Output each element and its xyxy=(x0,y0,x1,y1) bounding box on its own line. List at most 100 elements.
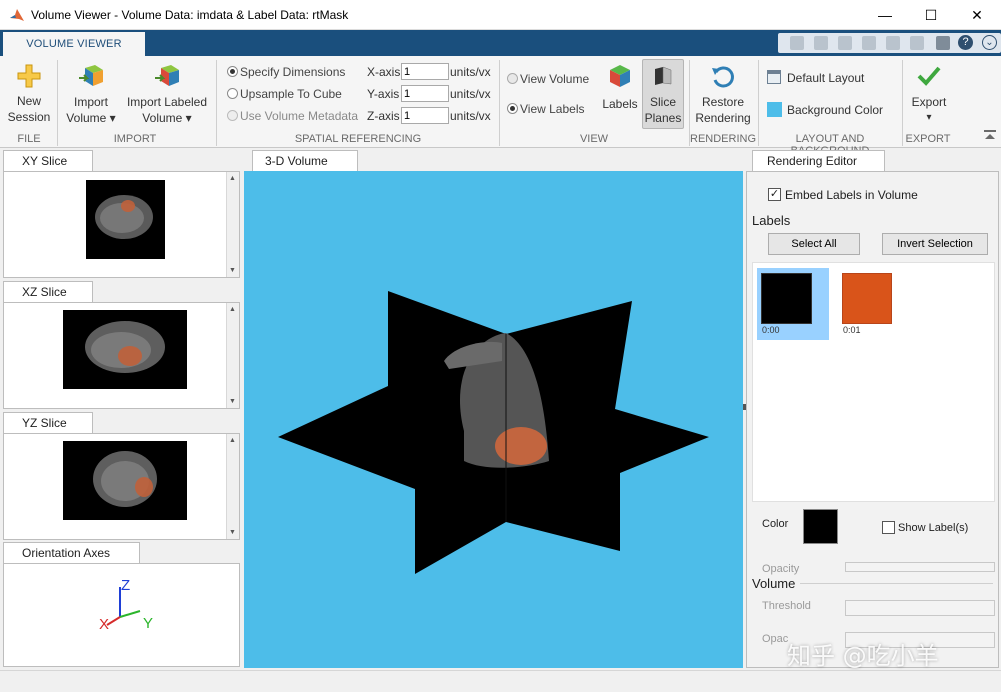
undo-icon[interactable] xyxy=(886,36,900,50)
labels-cube-icon xyxy=(610,65,630,87)
upsample-radio[interactable] xyxy=(227,88,238,99)
restore-icon xyxy=(712,66,734,88)
embed-labels-checkbox[interactable]: ✓ xyxy=(768,188,781,201)
label-color-picker[interactable] xyxy=(803,509,838,544)
slice-planes-label-2: Planes xyxy=(644,111,682,125)
show-labels-checkbox[interactable] xyxy=(882,521,895,534)
volume-viewport[interactable] xyxy=(244,171,743,668)
default-layout-icon xyxy=(767,70,781,84)
tab-volume-viewer[interactable]: VOLUME VIEWER xyxy=(3,32,145,56)
yz-scroll-down-icon[interactable]: ▼ xyxy=(227,527,238,538)
group-label-rendering: RENDERING xyxy=(690,133,757,145)
labels-button-label: Labels xyxy=(602,97,638,111)
embed-labels-label: Embed Labels in Volume xyxy=(785,188,918,202)
tab-yz-slice[interactable]: YZ Slice xyxy=(3,412,93,434)
slice-planes-render xyxy=(278,291,709,574)
view-volume-radio[interactable] xyxy=(507,73,518,84)
divider xyxy=(57,60,58,146)
xz-scroll-up-icon[interactable]: ▲ xyxy=(227,304,238,315)
z-axis-letter: Z xyxy=(121,577,131,594)
specify-dimensions-label[interactable]: Specify Dimensions xyxy=(240,65,345,79)
slice-planes-icon xyxy=(655,66,672,85)
maximize-button[interactable]: ☐ xyxy=(908,0,954,30)
watermark: 知乎 @吃小羊 xyxy=(787,642,939,670)
view-labels-label[interactable]: View Labels xyxy=(520,102,585,116)
tab-rendering-editor[interactable]: Rendering Editor xyxy=(752,150,885,172)
volume-opacity-label: Opac xyxy=(762,633,789,645)
xy-scroll-up-icon[interactable]: ▲ xyxy=(227,173,238,184)
paste-icon[interactable] xyxy=(862,36,876,50)
select-all-button[interactable]: Select All xyxy=(768,233,860,255)
background-color-swatch-icon xyxy=(767,102,782,117)
slice-planes-label-1: Slice xyxy=(649,95,676,109)
new-session-label-2: Session xyxy=(7,110,51,124)
xz-slice-image xyxy=(63,310,187,389)
color-label: Color xyxy=(762,518,789,530)
yz-scrollbar[interactable] xyxy=(226,434,239,539)
export-button[interactable]: Export ▾ xyxy=(905,60,953,126)
y-units-label: units/vx xyxy=(450,87,491,101)
x-units-label: units/vx xyxy=(450,65,491,79)
brain-slice-xz xyxy=(85,321,165,373)
show-labels-label: Show Label(s) xyxy=(898,522,969,534)
specify-dimensions-radio[interactable] xyxy=(227,66,238,77)
close-button[interactable]: ✕ xyxy=(954,0,1000,30)
redo-icon[interactable] xyxy=(910,36,924,50)
xz-scroll-down-icon[interactable]: ▼ xyxy=(227,396,238,407)
import-volume-button[interactable]: Import Volume ▾ xyxy=(60,60,122,126)
group-label-spatial: SPATIAL REFERENCING xyxy=(294,133,422,145)
xy-slice-image xyxy=(86,180,165,259)
new-session-button[interactable]: New Session xyxy=(4,60,54,125)
tab-xz-slice[interactable]: XZ Slice xyxy=(3,281,93,303)
slice-planes-button[interactable]: Slice Planes xyxy=(642,59,684,129)
label-swatch-1[interactable] xyxy=(842,273,892,324)
label-id-0: 0:00 xyxy=(762,325,780,335)
help-icon[interactable]: ? xyxy=(958,35,973,50)
checkmark-icon xyxy=(917,66,941,86)
xy-scrollbar[interactable] xyxy=(226,172,239,277)
layout-icon[interactable] xyxy=(936,36,950,50)
window-title: Volume Viewer - Volume Data: imdata & La… xyxy=(31,8,349,22)
import-labeled-volume-button[interactable]: Import Labeled Volume ▾ xyxy=(124,60,210,126)
expand-down-icon[interactable]: ⌄ xyxy=(982,35,997,50)
y-axis-input[interactable] xyxy=(401,85,449,102)
threshold-slider xyxy=(845,600,995,616)
z-axis-input[interactable] xyxy=(401,107,449,124)
upsample-label[interactable]: Upsample To Cube xyxy=(240,87,342,101)
default-layout-button[interactable]: Default Layout xyxy=(787,71,864,85)
invert-selection-button[interactable]: Invert Selection xyxy=(882,233,988,255)
import-volume-label-1: Import xyxy=(73,95,108,109)
tab-orientation-axes[interactable]: Orientation Axes xyxy=(3,542,140,564)
yz-scroll-up-icon[interactable]: ▲ xyxy=(227,435,238,446)
new-session-label-1: New xyxy=(16,94,41,108)
import-labeled-label-2: Volume ▾ xyxy=(142,111,192,125)
tab-3d-volume[interactable]: 3-D Volume xyxy=(252,150,358,172)
view-labels-radio[interactable] xyxy=(507,103,518,114)
y-axis-letter: Y xyxy=(143,615,154,632)
xy-scroll-down-icon[interactable]: ▼ xyxy=(227,265,238,276)
x-axis-letter: X xyxy=(99,616,110,633)
restore-label-1: Restore xyxy=(701,95,745,109)
tab-xy-slice[interactable]: XY Slice xyxy=(3,150,93,172)
title-bar: Volume Viewer - Volume Data: imdata & La… xyxy=(0,0,1001,30)
label-swatch-0[interactable] xyxy=(761,273,812,324)
new-plus-icon xyxy=(17,64,41,88)
cut-icon[interactable] xyxy=(814,36,828,50)
collapse-ribbon-icon[interactable] xyxy=(984,130,996,140)
import-labeled-label-1: Import Labeled xyxy=(126,95,208,109)
labels-button[interactable]: Labels xyxy=(598,60,642,112)
xz-scrollbar[interactable] xyxy=(226,303,239,408)
copy-icon[interactable] xyxy=(838,36,852,50)
export-label: Export xyxy=(911,95,947,109)
x-axis-input[interactable] xyxy=(401,63,449,80)
background-color-button[interactable]: Background Color xyxy=(787,103,883,117)
save-icon[interactable] xyxy=(790,36,804,50)
import-cube-icon xyxy=(79,65,103,86)
minimize-button[interactable]: — xyxy=(862,0,908,30)
use-metadata-label: Use Volume Metadata xyxy=(240,109,359,123)
label-id-1: 0:01 xyxy=(843,325,861,335)
restore-rendering-button[interactable]: Restore Rendering xyxy=(692,60,754,126)
view-volume-label[interactable]: View Volume xyxy=(520,72,589,86)
group-label-import: IMPORT xyxy=(113,133,157,145)
group-label-export: EXPORT xyxy=(905,133,951,145)
